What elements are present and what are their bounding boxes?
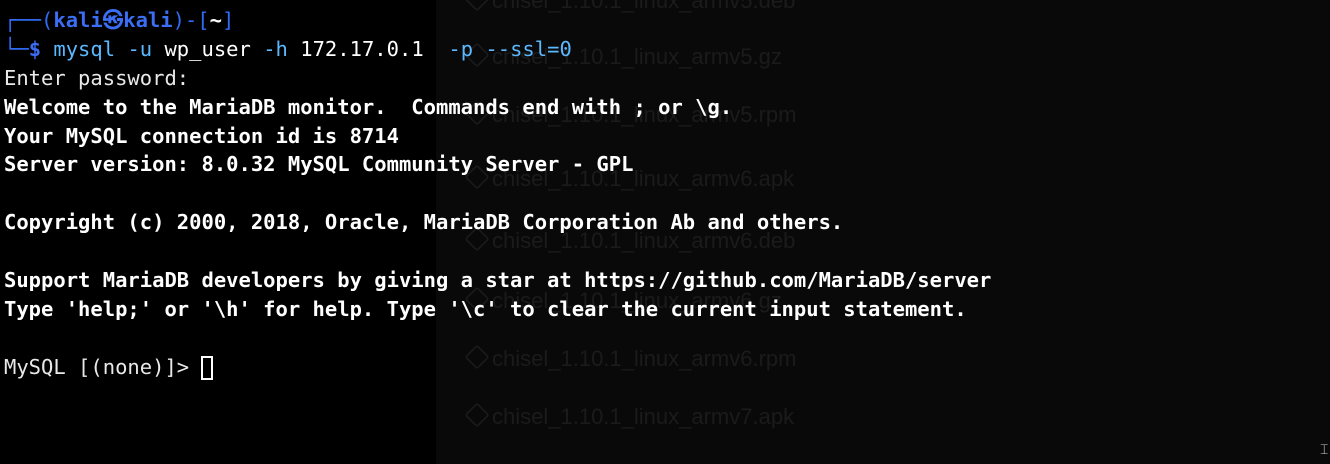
command-host-value: 172.17.0.1 [300, 36, 424, 61]
terminal-output: ┌──(kali㉿kali)-[~] └─$ mysql -u wp_user … [4, 6, 1324, 382]
terminal-window[interactable]: chisel_1.10.1_linux_armv5.deb chisel_1.1… [0, 0, 1330, 464]
command-line: └─$ mysql -u wp_user -h 172.17.0.1 -p --… [4, 35, 1324, 64]
command-flag-host: -h [263, 36, 288, 61]
prompt-bracket-end: ] [222, 8, 235, 32]
text-cursor[interactable] [201, 355, 214, 380]
command-flag-ssl: --ssl=0 [485, 36, 572, 61]
prompt-at-icon: ㉿ [102, 8, 124, 32]
welcome-line: Welcome to the MariaDB monitor. Commands… [4, 94, 733, 119]
prompt-separator: )-[ [172, 8, 210, 32]
shell-prompt-line: ┌──(kali㉿kali)-[~] [4, 6, 1324, 35]
prompt-corner-top: ┌──( [4, 8, 54, 32]
command-program: mysql [53, 36, 116, 61]
prompt-corner-bottom: └─ [4, 36, 29, 61]
server-version-line: Server version: 8.0.32 MySQL Community S… [4, 152, 634, 177]
command-flag-user: -u [127, 36, 153, 61]
prompt-host: kali [123, 8, 173, 32]
prompt-path: ~ [209, 8, 222, 32]
mysql-prompt-line[interactable]: MySQL [(none)]> [4, 353, 1324, 382]
prompt-user: kali [53, 8, 103, 32]
background-file-item: chisel_1.10.1_linux_armv7.apk [464, 402, 794, 430]
mouse-pointer-icon: ⌶ [1320, 442, 1329, 458]
enter-password-line: Enter password: [4, 65, 190, 90]
support-line: Support MariaDB developers by giving a s… [4, 268, 992, 293]
command-user-value: wp_user [164, 36, 251, 61]
help-line: Type 'help;' or '\h' for help. Type '\c'… [4, 296, 967, 321]
copyright-line: Copyright (c) 2000, 2018, Oracle, MariaD… [4, 210, 844, 235]
mysql-prompt: MySQL [(none)]> [4, 354, 202, 379]
connection-id-line: Your MySQL connection id is 8714 [4, 123, 399, 148]
prompt-dollar: $ [28, 36, 42, 61]
package-icon [464, 402, 490, 428]
command-flag-password: -p [448, 36, 474, 61]
